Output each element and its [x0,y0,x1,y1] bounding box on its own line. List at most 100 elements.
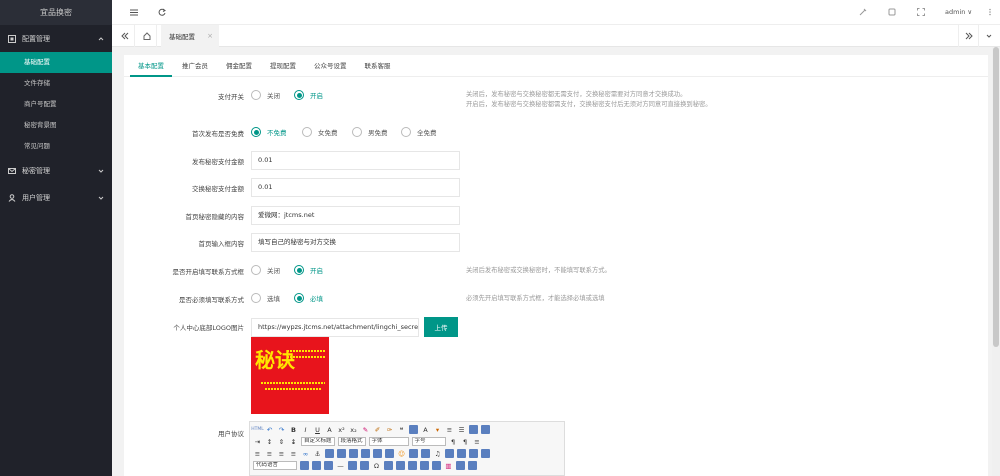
multi-image-icon[interactable] [385,449,394,458]
iframe-icon[interactable] [481,449,490,458]
menu-toggle-icon[interactable] [128,6,140,18]
menu-group-user[interactable]: 用户管理 [0,184,112,211]
row-spacing-top-icon[interactable]: ↕ [265,437,274,446]
fullscreen-icon[interactable] [915,6,927,18]
publish-amount-input[interactable]: 0.01 [251,151,460,170]
clear-format-icon[interactable]: ✐ [373,425,382,434]
image-float-right-icon[interactable] [349,449,358,458]
sidebar-item-file-storage[interactable]: 文件存储 [0,73,112,94]
subtab-official-account[interactable]: 公众号设置 [306,55,355,77]
blockquote-icon[interactable]: ❝ [397,425,406,434]
redo-icon[interactable]: ↷ [277,425,286,434]
exchange-amount-input[interactable]: 0.01 [251,178,460,197]
link-icon[interactable]: ∞ [301,449,310,458]
first-free-none-radio[interactable]: 不免费 [251,127,287,137]
delete-table-icon[interactable] [408,461,417,470]
select-all-icon[interactable] [469,425,478,434]
close-icon[interactable]: × [207,32,213,40]
map-icon[interactable] [457,449,466,458]
home-icon[interactable] [137,25,157,47]
ltr-icon[interactable]: ¶ [449,437,458,446]
ordered-list-icon[interactable]: ≡ [445,425,454,434]
subtab-promotion[interactable]: 推广会员 [174,55,216,77]
image-float-none-icon[interactable] [325,449,334,458]
page-break-icon[interactable] [300,461,309,470]
subtab-basic[interactable]: 基本配置 [130,55,172,77]
paragraph-select[interactable]: 自定义标题 [301,437,335,446]
print-icon[interactable] [456,461,465,470]
insert-image-icon[interactable] [373,449,382,458]
chart-icon[interactable]: ▥ [444,461,453,470]
clear-doc-icon[interactable] [481,425,490,434]
format-match-icon[interactable]: ✎ [361,425,370,434]
subtab-commission[interactable]: 佣金配置 [218,55,260,77]
sidebar-item-secret-background[interactable]: 秘密背景图 [0,115,112,136]
auto-format-icon[interactable]: ✑ [385,425,394,434]
tab-menu-icon[interactable] [978,25,998,47]
first-free-all-radio[interactable]: 全免费 [401,127,437,137]
heading-select[interactable]: 段落格式 [337,437,366,446]
attachment-icon[interactable] [445,449,454,458]
contact-required-radio[interactable]: 必填 [294,293,323,303]
underline-icon[interactable]: U [313,425,322,434]
subtab-customer-service[interactable]: 联系客服 [357,55,399,77]
unlink-icon[interactable]: ⚓ [313,449,322,458]
preview-icon[interactable] [468,461,477,470]
music-icon[interactable]: ♫ [433,449,442,458]
italic-icon[interactable]: I [301,425,310,434]
special-char-icon[interactable]: Ω [372,461,381,470]
subscript-icon[interactable]: x₂ [349,425,358,434]
insert-table-icon[interactable] [396,461,405,470]
rich-text-editor[interactable]: HTML ↶ ↷ B I U A x² x₂ ✎ ✐ ✑ ❝ A ▾ ≡ ☰ ⇥… [249,421,565,476]
superscript-icon[interactable]: x² [337,425,346,434]
background-icon[interactable] [312,461,321,470]
split-cells-icon[interactable] [432,461,441,470]
template-icon[interactable] [324,461,333,470]
pay-switch-on-radio[interactable]: 开启 [294,90,323,100]
merge-cells-icon[interactable] [420,461,429,470]
subtab-withdraw[interactable]: 提现配置 [262,55,304,77]
theme-icon[interactable] [857,6,869,18]
justify-center-icon[interactable]: ≡ [265,449,274,458]
unordered-list-icon[interactable]: ☰ [457,425,466,434]
sidebar-item-faq[interactable]: 常见问题 [0,136,112,157]
image-float-left-icon[interactable] [337,449,346,458]
sidebar-item-basic-config[interactable]: 基础配置 [0,52,112,73]
indent-icon[interactable]: ⇥ [253,437,262,446]
image-center-icon[interactable] [361,449,370,458]
horizontal-rule-icon[interactable]: — [336,461,345,470]
undo-icon[interactable]: ↶ [265,425,274,434]
date-icon[interactable] [348,461,357,470]
justify-right-icon[interactable]: ≡ [277,449,286,458]
tab-scroll-left-icon[interactable] [115,25,135,47]
contact-open-off-radio[interactable]: 关闭 [251,265,280,275]
scrollbar-thumb[interactable] [993,47,999,347]
note-icon[interactable] [886,6,898,18]
video-icon[interactable] [421,449,430,458]
line-height-icon[interactable]: ↨ [289,437,298,446]
logo-url-input[interactable]: https://wypzs.jtcms.net/attachment/lingc… [251,318,419,337]
contact-open-on-radio[interactable]: 开启 [294,265,323,275]
tab-scroll-right-icon[interactable] [958,25,978,47]
font-family-select[interactable]: 字体 [368,437,409,446]
first-free-female-radio[interactable]: 女免费 [302,127,338,137]
time-icon[interactable] [360,461,369,470]
home-hidden-input[interactable]: 爱微网：jtcms.net [251,206,460,225]
scrawl-icon[interactable] [409,449,418,458]
tab-basic-config[interactable]: 基础配置 × [161,25,219,47]
strikethrough-icon[interactable]: A [325,425,334,434]
wordimage-icon[interactable] [384,461,393,470]
more-icon[interactable] [984,6,996,18]
font-size-select[interactable]: 字号 [411,437,446,446]
bold-icon[interactable]: B [289,425,298,434]
first-free-male-radio[interactable]: 男免费 [352,127,388,137]
justify-left-icon[interactable]: ≡ [253,449,262,458]
paste-plain-icon[interactable] [409,425,418,434]
code-language-select[interactable]: 代码语言 [253,461,297,470]
html-source-icon[interactable]: HTML [251,425,264,434]
justify-full-icon[interactable]: ≡ [289,449,298,458]
user-menu[interactable]: admin ∨ [945,8,972,16]
contact-optional-radio[interactable]: 选填 [251,293,280,303]
row-spacing-bottom-icon[interactable]: ⇕ [277,437,286,446]
highlight-icon[interactable]: ▾ [433,425,442,434]
